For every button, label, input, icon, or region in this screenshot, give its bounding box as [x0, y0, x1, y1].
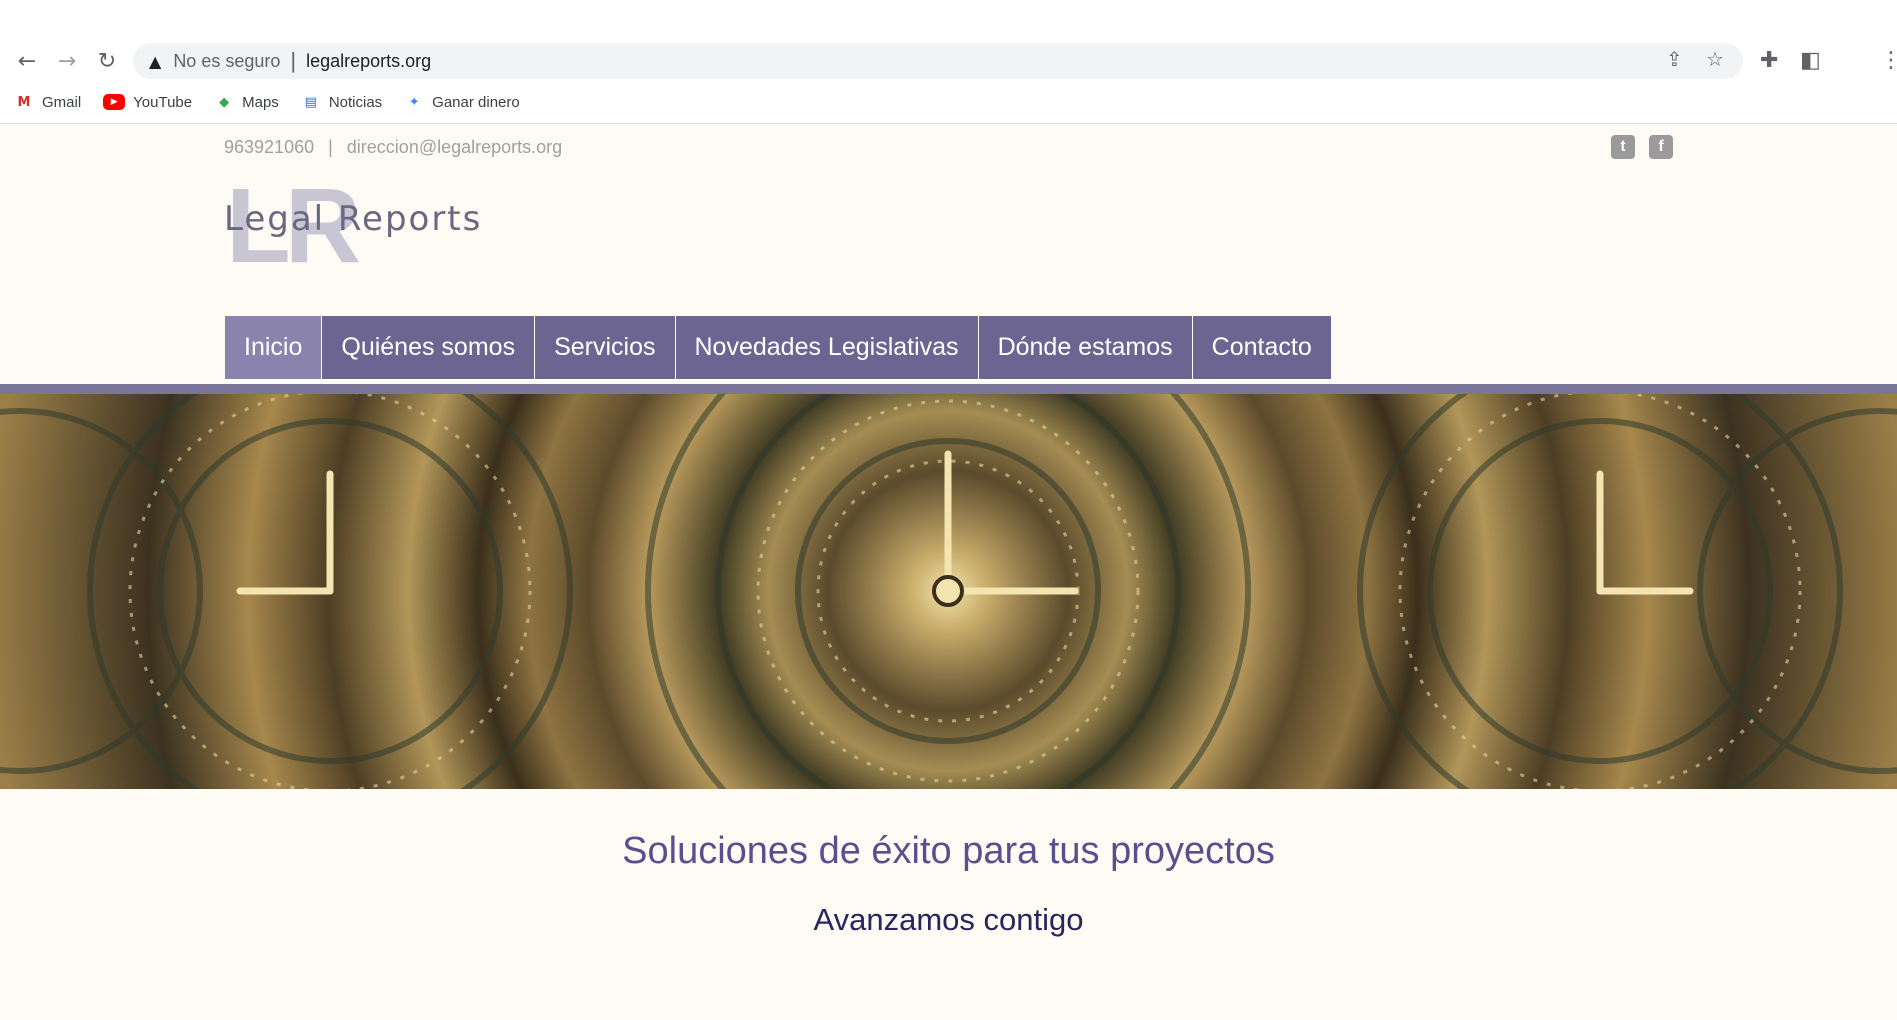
hero-tagline: Soluciones de éxito para tus proyectos: [622, 830, 1275, 872]
forward-icon[interactable]: →: [52, 46, 82, 76]
main-navigation: Inicio Quiénes somos Servicios Novedades…: [225, 316, 1332, 379]
contact-bar: 963921060 | direccion@legalreports.org: [224, 137, 562, 158]
money-icon: ✦: [408, 94, 420, 110]
bookmark-label: Noticias: [328, 93, 383, 111]
reload-icon[interactable]: ↻: [92, 46, 122, 76]
social-links: t f: [1611, 135, 1673, 159]
side-panel-icon[interactable]: ◧: [1800, 48, 1821, 73]
youtube-icon: ▶: [103, 94, 126, 110]
twitter-icon[interactable]: t: [1611, 135, 1635, 159]
bookmark-news[interactable]: ▤ Noticias: [301, 93, 383, 111]
hero-subtagline: Avanzamos contigo: [813, 902, 1084, 937]
bookmark-youtube[interactable]: ▶ YouTube: [103, 94, 192, 111]
nav-divider: [0, 384, 1897, 394]
address-bar[interactable]: ▲ No es seguro | legalreports.org ⇪ ☆: [133, 43, 1743, 79]
nav-item-quienes-somos[interactable]: Quiénes somos: [322, 316, 536, 379]
bookmark-label: Gmail: [42, 93, 82, 111]
bookmark-money[interactable]: ✦ Ganar dinero: [404, 93, 520, 111]
bookmark-maps[interactable]: ◆ Maps: [214, 93, 279, 111]
nav-item-servicios[interactable]: Servicios: [535, 316, 676, 379]
menu-kebab-icon[interactable]: ⋮: [1880, 48, 1897, 73]
nav-item-novedades-legislativas[interactable]: Novedades Legislativas: [675, 316, 979, 379]
facebook-icon[interactable]: f: [1649, 135, 1673, 159]
web-page: 963921060 | direccion@legalreports.org t…: [0, 125, 1897, 1020]
bookmark-label: Maps: [242, 93, 279, 111]
gmail-icon: M: [17, 94, 31, 110]
contact-separator: |: [328, 137, 333, 157]
share-icon[interactable]: ⇪: [1666, 47, 1683, 71]
bookmark-label: Ganar dinero: [432, 93, 520, 111]
address-separator: |: [290, 48, 297, 73]
bookmark-star-icon[interactable]: ☆: [1706, 47, 1724, 71]
nav-item-contacto[interactable]: Contacto: [1192, 316, 1332, 379]
bookmarks-bar: M Gmail ▶ YouTube ◆ Maps ▤ Noticias ✦ Ga…: [14, 90, 520, 114]
clock-illustration: [0, 394, 1897, 789]
extensions-icon[interactable]: ✚: [1760, 48, 1778, 73]
email-link[interactable]: direccion@legalreports.org: [347, 137, 562, 158]
news-icon: ▤: [304, 94, 317, 110]
browser-chrome: ← → ↻ ▲ No es seguro | legalreports.org …: [0, 0, 1897, 124]
maps-icon: ◆: [219, 94, 230, 110]
bookmark-label: YouTube: [133, 93, 193, 111]
warning-icon[interactable]: ▲: [149, 52, 161, 71]
nav-item-donde-estamos[interactable]: Dónde estamos: [978, 316, 1193, 379]
logo-text: Legal Reports: [224, 199, 482, 239]
back-icon[interactable]: ←: [12, 46, 42, 76]
site-logo[interactable]: LR Legal Reports: [222, 180, 562, 270]
hero-clock-banner: [0, 394, 1897, 789]
security-label[interactable]: No es seguro: [173, 51, 280, 72]
bookmark-gmail[interactable]: M Gmail: [14, 93, 82, 111]
nav-item-inicio[interactable]: Inicio: [225, 316, 323, 379]
phone-number[interactable]: 963921060: [224, 137, 314, 158]
url-text[interactable]: legalreports.org: [306, 51, 431, 72]
